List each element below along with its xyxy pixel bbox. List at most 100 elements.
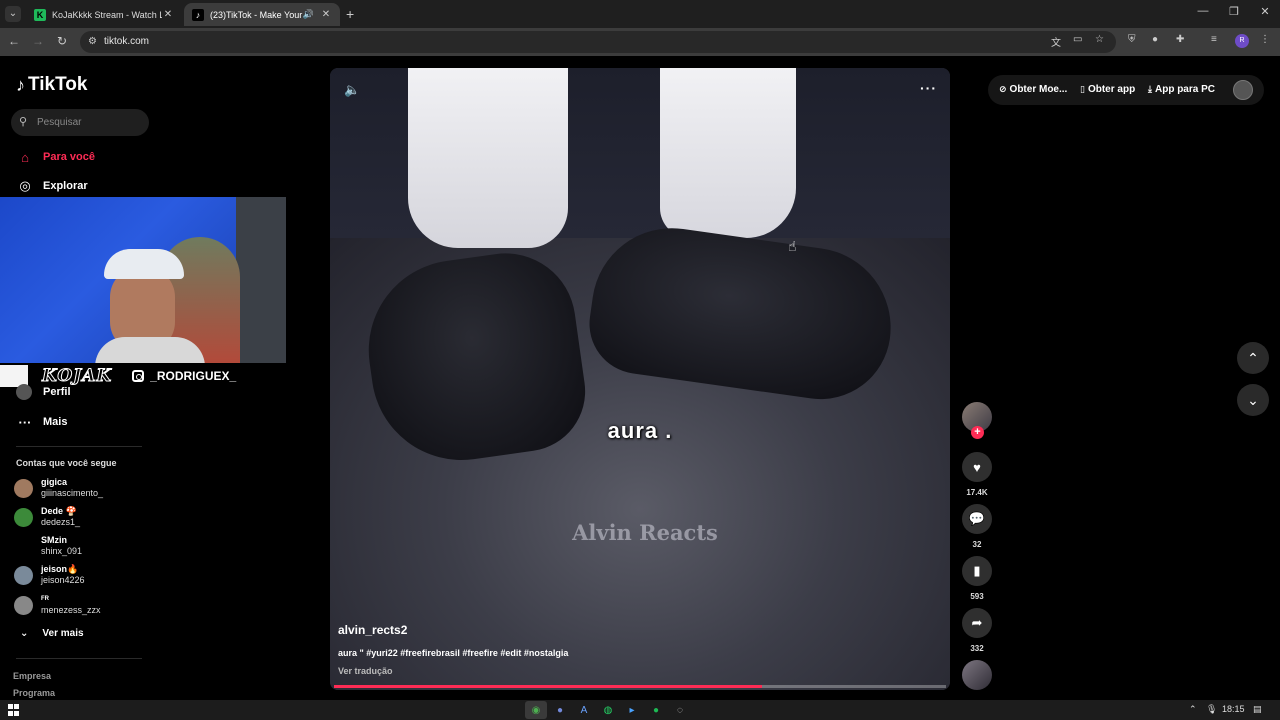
get-coins-button[interactable]: ⊘ Obter Moe... (999, 84, 1067, 95)
following-account[interactable]: FR menezess_zzx (14, 594, 101, 616)
following-account[interactable]: Dede 🍄 dedezs1_ (14, 506, 80, 528)
get-coins-label: Obter Moe... (1009, 84, 1068, 95)
avatar (14, 565, 33, 585)
search-icon: ⚲ (19, 116, 28, 128)
extensions-puzzle-icon[interactable]: ✚ (1176, 34, 1184, 45)
webcam-shelf (236, 197, 286, 363)
bookmark-icon: ▮ (973, 563, 981, 578)
windows-start-icon[interactable] (8, 704, 20, 716)
notifications-icon[interactable]: ▤ (1253, 704, 1262, 715)
comment-icon: 💬 (968, 511, 986, 526)
following-account[interactable]: SMzin shinx_091 (14, 535, 82, 557)
nav-mais[interactable]: ··· Mais (16, 413, 68, 431)
back-icon[interactable]: ← (6, 34, 22, 48)
close-window-icon[interactable]: ✕ (1250, 5, 1280, 18)
clock-time[interactable]: 18:15 (1222, 704, 1245, 714)
previous-video-button[interactable]: ⌃ (1237, 342, 1269, 374)
tab-search-button[interactable]: ⌄ (5, 6, 21, 22)
compass-icon: ◎ (19, 178, 31, 193)
see-more-button[interactable]: ⌄ Ver mais (20, 628, 84, 639)
avatar (16, 384, 32, 400)
user-avatar[interactable] (1233, 80, 1253, 100)
share-icon: ➦ (971, 615, 983, 630)
following-account[interactable]: gigica giiinascimento_ (14, 477, 103, 499)
translate-icon[interactable]: 文 (1051, 34, 1061, 49)
follow-plus-icon[interactable]: + (971, 426, 984, 439)
whatsapp-taskbar-icon[interactable]: ◍ (597, 701, 619, 719)
windows-taskbar: ◉ ● A ◍ ▸ ● ◌ ⌃ 🎙 18:15 ▤ (0, 700, 1280, 720)
video-description: aura " #yuri22 #freefirebrasil #freefire… (338, 648, 569, 658)
tiktok-logo[interactable]: ♪ TikTok (16, 74, 87, 96)
address-bar[interactable]: ⚙ tiktok.com (80, 31, 1116, 53)
nav-perfil[interactable]: Perfil (16, 384, 71, 400)
sidebar-divider (16, 446, 142, 447)
media-control-icon[interactable]: ≡ (1211, 34, 1217, 45)
terminal-taskbar-icon[interactable]: ▸ (621, 701, 643, 719)
site-info-icon[interactable]: ⚙ (88, 36, 97, 47)
more-icon: ··· (18, 414, 32, 430)
video-player[interactable]: aura . Alvin Reacts 🔈 ··· alvin_rects2 a… (330, 68, 950, 690)
audio-playing-icon[interactable]: 🔊 (303, 9, 314, 20)
account-handle: shinx_091 (41, 546, 83, 556)
new-tab-button[interactable]: + (346, 6, 354, 22)
discord-taskbar-icon[interactable]: ● (549, 701, 571, 719)
get-app-button[interactable]: ▯ Obter app (1080, 84, 1135, 95)
save-button[interactable]: ▮ (962, 556, 992, 586)
comment-button[interactable]: 💬 (962, 504, 992, 534)
video-progress-bar[interactable] (334, 685, 946, 688)
search-input[interactable] (37, 114, 142, 130)
tray-chevron-icon[interactable]: ⌃ (1189, 704, 1197, 715)
avatar (14, 507, 33, 527)
search-box[interactable]: ⚲ (11, 109, 149, 136)
instagram-icon (132, 370, 145, 382)
tab-tiktok[interactable]: ♪ (23)TikTok - Make Your Day 🔊 ✕ (184, 3, 340, 26)
app-settings-taskbar-icon[interactable]: ◌ (669, 701, 691, 719)
minimize-icon[interactable]: — (1188, 5, 1218, 17)
more-options-icon[interactable]: ··· (920, 80, 937, 96)
chevron-down-icon: ⌄ (20, 628, 29, 639)
pc-app-button[interactable]: ⤓ App para PC (1148, 84, 1215, 95)
restore-icon[interactable]: ❐ (1219, 5, 1249, 18)
pc-app-label: App para PC (1154, 84, 1215, 95)
chevron-down-icon: ⌄ (1247, 391, 1259, 408)
share-count: 332 (970, 644, 984, 653)
account-handle: jeison4226 (41, 575, 85, 585)
instagram-handle-text: _RODRIGUEX_ (150, 369, 237, 383)
share-button[interactable]: ➦ (962, 608, 992, 638)
app-a-taskbar-icon[interactable]: A (573, 701, 595, 719)
microphone-icon[interactable]: 🎙 (1206, 704, 1217, 715)
like-button[interactable]: ♥ (962, 452, 992, 482)
footer-link-programa[interactable]: Programa (13, 688, 55, 698)
next-video-button[interactable]: ⌄ (1237, 384, 1269, 416)
footer-link-empresa[interactable]: Empresa (13, 671, 51, 681)
video-author[interactable]: alvin_rects2 (338, 623, 407, 637)
browser-menu-icon[interactable]: ⋮ (1260, 34, 1270, 45)
video-watermark: Alvin Reacts (572, 520, 718, 545)
cast-icon[interactable]: ▭ (1073, 34, 1082, 45)
following-account[interactable]: jeison🔥 jeison4226 (14, 564, 85, 586)
tab-kojak-stream[interactable]: K KoJaKkkk Stream - Watch Live o ✕ (26, 3, 182, 26)
see-translation-link[interactable]: Ver tradução (338, 666, 393, 676)
account-name: gigica (41, 477, 68, 487)
chevron-up-icon: ⌃ (1247, 349, 1259, 366)
account-name: SMzin (41, 535, 67, 545)
chrome-taskbar-icon[interactable]: ◉ (525, 701, 547, 719)
spotify-taskbar-icon[interactable]: ● (645, 701, 667, 719)
reload-icon[interactable]: ↻ (54, 34, 70, 48)
nav-explorar[interactable]: ◎ Explorar (16, 177, 87, 195)
video-progress-fill (334, 685, 763, 688)
nav-para-voce[interactable]: ⌂ Para você (16, 148, 95, 166)
tab-close-icon[interactable]: ✕ (320, 9, 332, 20)
tab-close-icon[interactable]: ✕ (162, 9, 174, 20)
logo-text: TikTok (28, 74, 88, 95)
volume-icon[interactable]: 🔈 (344, 82, 360, 98)
forward-icon[interactable]: → (30, 34, 46, 48)
avatar (14, 536, 33, 556)
extension-shield-icon[interactable]: ⛨ (1128, 34, 1136, 45)
extension-circle-icon[interactable]: ● (1152, 34, 1158, 45)
see-more-label: Ver mais (42, 628, 84, 639)
get-app-label: Obter app (1087, 84, 1136, 95)
music-disc[interactable] (962, 660, 992, 690)
bookmark-star-icon[interactable]: ☆ (1095, 34, 1104, 45)
profile-avatar[interactable]: R (1235, 34, 1249, 48)
